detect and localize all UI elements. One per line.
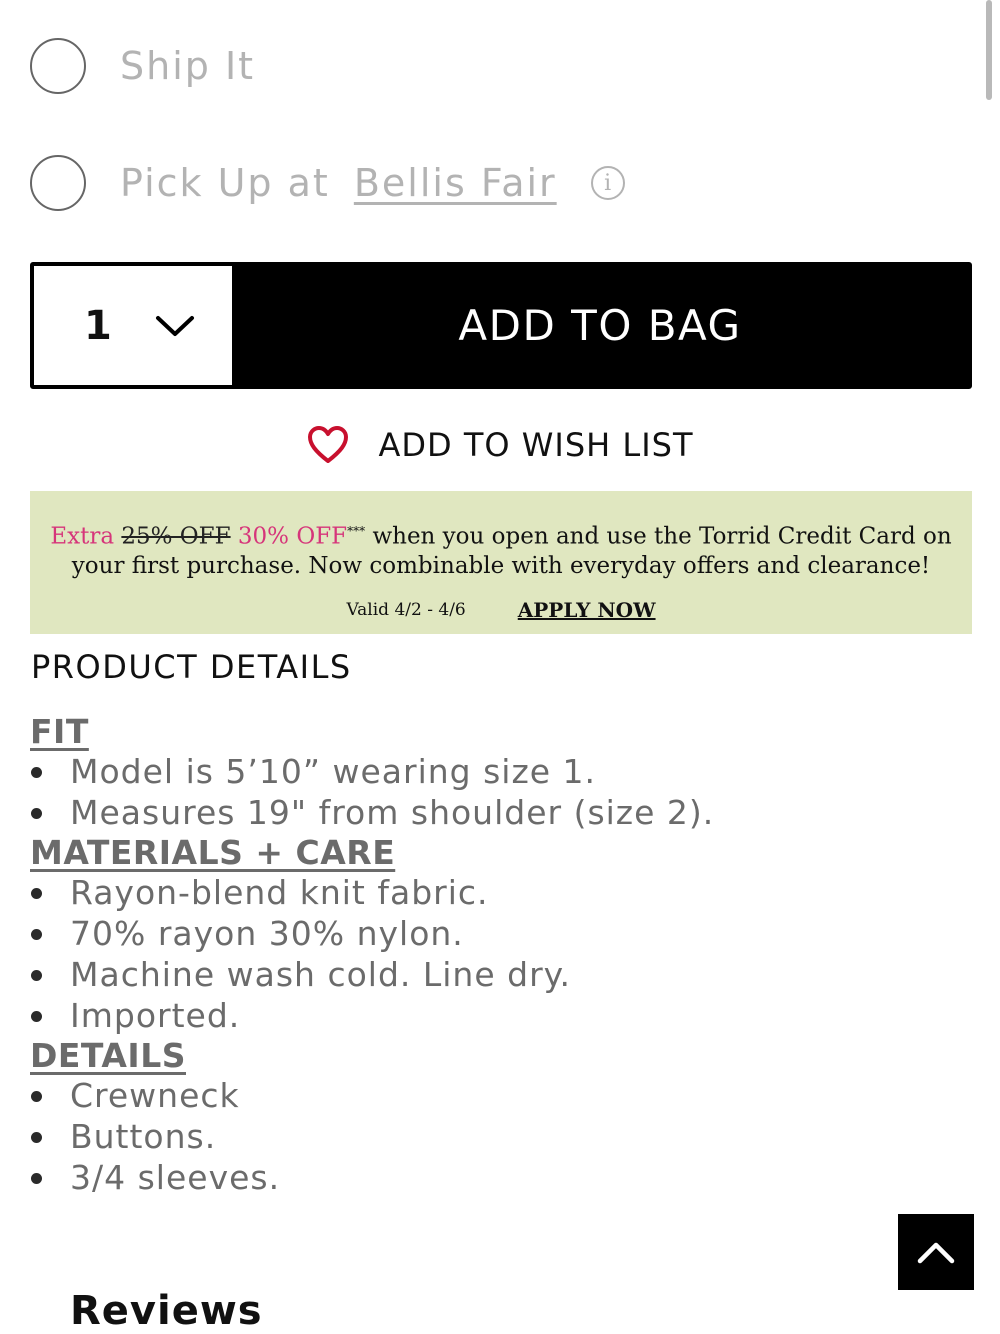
list-item: Machine wash cold. Line dry. <box>30 955 930 996</box>
promo-old-offer: 25% OFF <box>121 523 231 550</box>
heart-icon <box>307 426 348 463</box>
reviews-heading: Reviews <box>70 1288 263 1334</box>
ship-it-label: Ship It <box>120 44 256 88</box>
promo-extra: Extra <box>50 523 115 550</box>
product-details-heading: PRODUCT DETAILS <box>31 648 352 686</box>
promo-footer: Valid 4/2 - 4/6 APPLY NOW <box>30 598 972 622</box>
promo-valid-dates: Valid 4/2 - 4/6 <box>346 599 466 620</box>
list-item: Rayon-blend knit fabric. <box>30 873 930 914</box>
chevron-up-icon <box>917 1242 955 1264</box>
materials-title[interactable]: MATERIALS + CARE <box>30 833 930 873</box>
promo-line1: when you open and use the Torrid Credit … <box>372 523 952 550</box>
ship-it-radio[interactable] <box>30 38 86 94</box>
add-to-bag-row: 1 ADD TO BAG <box>30 262 972 389</box>
details-title[interactable]: DETAILS <box>30 1036 930 1076</box>
quantity-value: 1 <box>84 302 112 349</box>
list-item: Measures 19" from shoulder (size 2). <box>30 793 930 834</box>
pick-up-label: Pick Up at Bellis Fair <box>120 161 557 205</box>
add-to-bag-button[interactable]: ADD TO BAG <box>232 266 968 385</box>
fit-list: Model is 5’10” wearing size 1. Measures … <box>30 752 930 833</box>
product-details-body: FIT Model is 5’10” wearing size 1. Measu… <box>30 712 930 1198</box>
fit-title[interactable]: FIT <box>30 712 930 752</box>
list-item: Imported. <box>30 996 930 1037</box>
list-item: 70% rayon 30% nylon. <box>30 914 930 955</box>
pick-up-radio[interactable] <box>30 155 86 211</box>
promo-text: Extra 25% OFF 30% OFF*** when you open a… <box>30 517 972 581</box>
pick-up-prefix: Pick Up at <box>120 161 330 205</box>
ship-it-option[interactable]: Ship It <box>30 38 255 94</box>
wish-list-label: ADD TO WISH LIST <box>378 426 694 464</box>
add-to-wish-list[interactable]: ADD TO WISH LIST <box>0 420 1000 470</box>
chevron-down-icon <box>156 315 194 336</box>
quantity-select[interactable]: 1 <box>34 266 232 385</box>
credit-card-promo: Extra 25% OFF 30% OFF*** when you open a… <box>30 491 972 634</box>
materials-list: Rayon-blend knit fabric. 70% rayon 30% n… <box>30 873 930 1036</box>
apply-now-link[interactable]: APPLY NOW <box>518 598 656 622</box>
list-item: Crewneck <box>30 1076 930 1117</box>
list-item: 3/4 sleeves. <box>30 1158 930 1199</box>
store-link[interactable]: Bellis Fair <box>354 161 557 205</box>
promo-new-offer: 30% OFF <box>237 523 348 550</box>
scroll-to-top-button[interactable] <box>898 1214 974 1290</box>
details-list: Crewneck Buttons. 3/4 sleeves. <box>30 1076 930 1198</box>
promo-asterisks: *** <box>347 524 366 538</box>
page-scrollbar[interactable] <box>986 0 992 100</box>
list-item: Buttons. <box>30 1117 930 1158</box>
list-item: Model is 5’10” wearing size 1. <box>30 752 930 793</box>
info-icon[interactable]: i <box>590 166 625 200</box>
promo-line2: your first purchase. Now combinable with… <box>71 552 931 579</box>
pick-up-option[interactable]: Pick Up at Bellis Fair i <box>30 155 625 211</box>
